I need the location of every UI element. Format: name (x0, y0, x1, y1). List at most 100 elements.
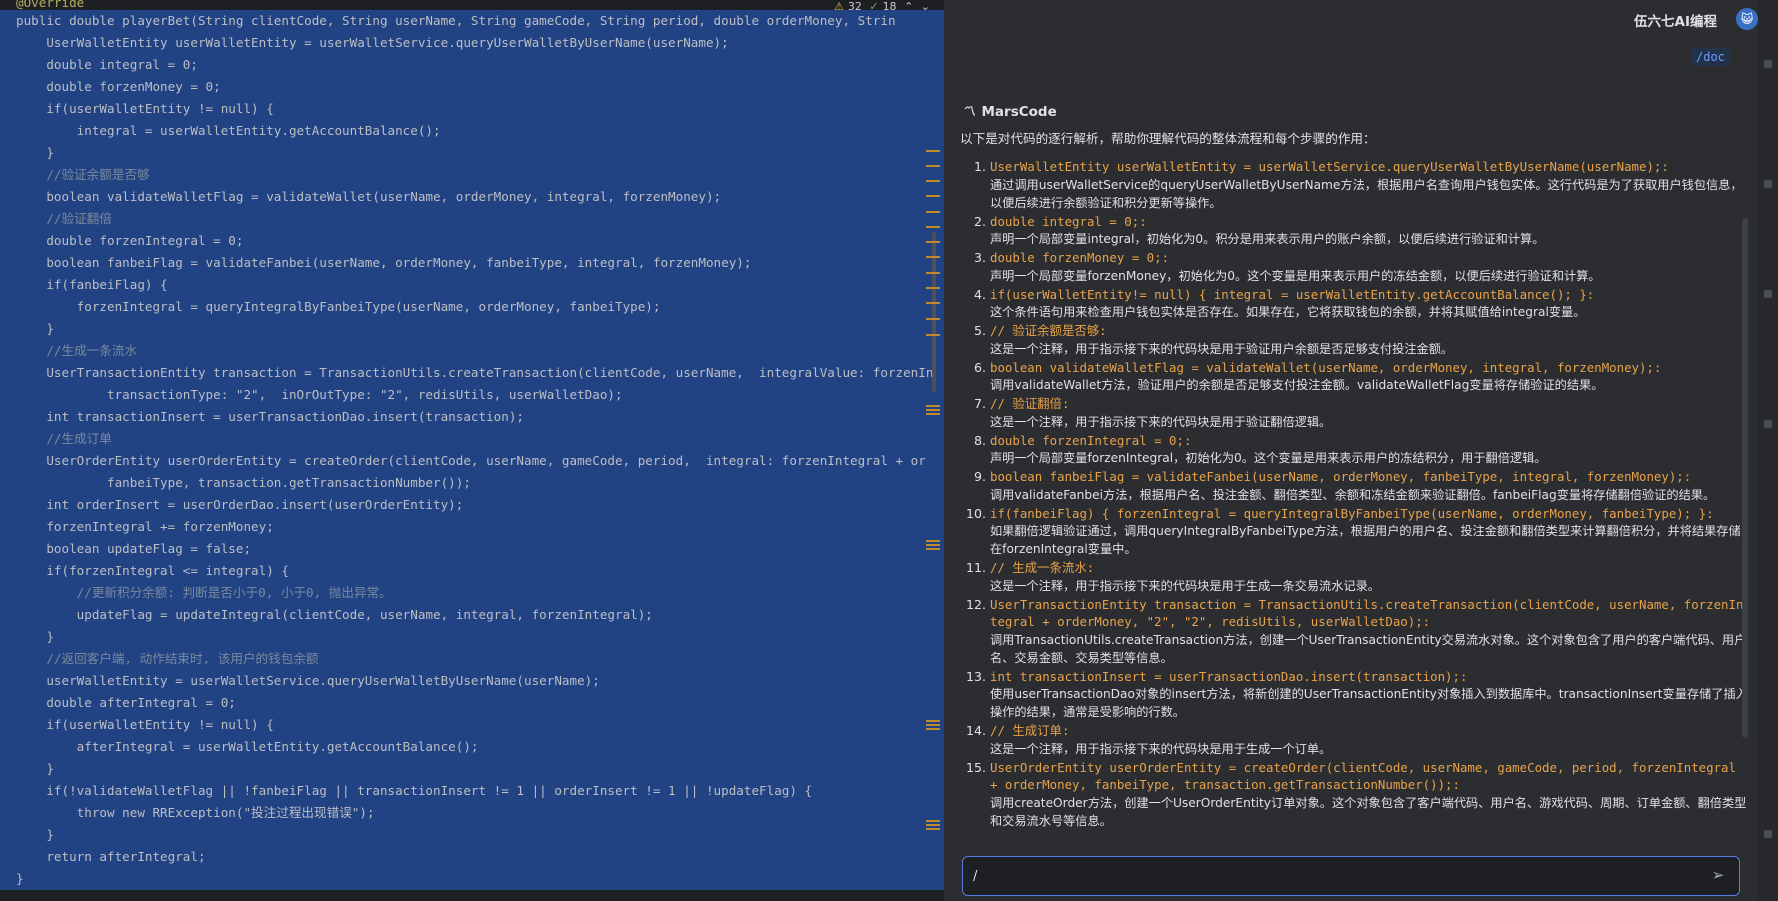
code-line[interactable]: UserTransactionEntity transaction = Tran… (0, 362, 944, 384)
code-line[interactable]: } (0, 626, 944, 648)
code-line[interactable]: UserOrderEntity userOrderEntity = create… (0, 450, 944, 472)
list-number: 8. (973, 432, 986, 448)
code-line[interactable]: public double playerBet(String clientCod… (0, 10, 944, 32)
ai-chat-panel: 伍六七AI编程 😺 /doc 〽 MarsCode 以下是对代码的逐行解析，帮助你… (944, 0, 1778, 901)
send-icon[interactable]: ➢ (1707, 866, 1729, 886)
code-line[interactable]: return afterIntegral; (0, 846, 944, 868)
code-line[interactable]: boolean updateFlag = false; (0, 538, 944, 560)
explanation-text: 这个条件语句用来检查用户钱包实体是否存在。如果存在，它将获取钱包的余额，并将其赋… (990, 305, 1586, 319)
code-line[interactable]: //生成一条流水 (0, 340, 944, 362)
explanation-text: 这是一个注释，用于指示接下来的代码块是用于生成一条交易流水记录。 (990, 578, 1380, 593)
code-line[interactable]: //验证翻倍 (0, 208, 944, 230)
response-intro: 以下是对代码的逐行解析，帮助你理解代码的整体流程和每个步骤的作用： (960, 131, 1376, 146)
code-line[interactable]: double afterIntegral = 0; (0, 692, 944, 714)
warning-stripe-mark[interactable] (926, 405, 940, 417)
tool-window-icon[interactable] (1764, 420, 1772, 428)
code-line[interactable]: userWalletEntity = userWalletService.que… (0, 670, 944, 692)
list-number: 6. (973, 359, 986, 375)
list-item: 3. double forzenMoney = 0;: 声明一个局部变量forzen… (958, 249, 1748, 285)
code-line[interactable]: forzenIntegral = queryIntegralByFanbeiTy… (0, 296, 944, 318)
panel-title: 伍六七AI编程 (1634, 14, 1717, 30)
code-line[interactable]: boolean validateWalletFlag = validateWal… (0, 186, 944, 208)
tool-window-icon[interactable] (1764, 830, 1772, 838)
code-snippet: // 验证余额是否够: (990, 323, 1107, 338)
code-line[interactable]: if(userWalletEntity != null) { (0, 98, 944, 120)
warning-stripe-mark[interactable] (926, 540, 940, 552)
warning-stripe-mark[interactable] (926, 211, 940, 213)
warning-stripe-mark[interactable] (926, 165, 940, 167)
code-line[interactable]: if(fanbeiFlag) { (0, 274, 944, 296)
response-list: 1. UserWalletEntity userWalletEntity = us… (958, 158, 1748, 838)
code-line[interactable]: } (0, 758, 944, 780)
warning-stripe-mark[interactable] (926, 318, 940, 320)
code-line[interactable]: //更新积分余额: 判断是否小于0, 小于0, 抛出异常。 (0, 582, 944, 604)
code-line[interactable]: } (0, 142, 944, 164)
code-line[interactable]: updateFlag = updateIntegral(clientCode, … (0, 604, 944, 626)
code-line[interactable]: throw new RRException("投注过程出现错误"); (0, 802, 944, 824)
code-line[interactable]: if(!validateWalletFlag || !fanbeiFlag ||… (0, 780, 944, 802)
code-line[interactable]: double forzenIntegral = 0; (0, 230, 944, 252)
warning-stripe-mark[interactable] (926, 226, 940, 228)
code-line[interactable]: //生成订单 (0, 428, 944, 450)
list-number: 10. (965, 505, 986, 521)
code-line[interactable]: int transactionInsert = userTransactionD… (0, 406, 944, 428)
code-line[interactable]: integral = userWalletEntity.getAccountBa… (0, 120, 944, 142)
warning-stripe-mark[interactable] (926, 180, 940, 182)
code-line[interactable]: double integral = 0; (0, 54, 944, 76)
list-number: 1. (973, 159, 986, 174)
code-line[interactable]: //返回客户端, 动作结束时, 该用户的钱包余额 (0, 648, 944, 670)
warning-stripe-mark[interactable] (926, 820, 940, 832)
chat-input-box[interactable]: ➢ (962, 856, 1740, 896)
assistant-name: 〽 MarsCode (962, 100, 1057, 120)
chat-scrollbar[interactable] (1742, 218, 1748, 738)
tool-window-icon[interactable] (1764, 290, 1772, 298)
warning-stripe-mark[interactable] (926, 334, 940, 336)
code-line[interactable]: } (0, 318, 944, 340)
code-line[interactable]: if(forzenIntegral <= integral) { (0, 560, 944, 582)
warning-stripe-mark[interactable] (926, 150, 940, 152)
code-line[interactable]: boolean fanbeiFlag = validateFanbei(user… (0, 252, 944, 274)
code-snippet: // 生成订单: (990, 723, 1070, 738)
doc-command-chip[interactable]: /doc (1691, 48, 1730, 66)
warning-stripe-mark[interactable] (926, 272, 940, 274)
code-line[interactable]: } (0, 824, 944, 846)
warning-stripe-mark[interactable] (926, 302, 940, 304)
warning-stripe-mark[interactable] (926, 195, 940, 197)
code-snippet: UserTransactionEntity transaction = Tran… (990, 596, 1744, 630)
code-line[interactable]: transactionType: "2", inOrOutType: "2", … (0, 384, 944, 406)
tool-window-icon[interactable] (1764, 60, 1772, 68)
code-snippet: // 验证翻倍: (990, 396, 1070, 411)
code-line[interactable]: afterIntegral = userWalletEntity.getAcco… (0, 736, 944, 758)
error-stripe (918, 0, 944, 901)
code-line[interactable]: //验证余额是否够 (0, 164, 944, 186)
warning-stripe-mark[interactable] (926, 287, 940, 289)
list-number: 2. (973, 213, 986, 229)
explanation-text: 调用validateFanbei方法，根据用户名、投注金额、翻倍类型、余额和冻结… (990, 487, 1716, 502)
code-line[interactable]: } (0, 868, 944, 890)
code-snippet: double integral = 0;: (990, 213, 1147, 229)
warning-stripe-mark[interactable] (926, 720, 940, 732)
code-snippet: double forzenMoney = 0;: (990, 250, 1170, 265)
explanation-text: 这是一个注释，用于指示接下来的代码块是用于验证用户余额是否足够支付投注金额。 (990, 341, 1454, 356)
chat-input[interactable] (973, 867, 1673, 885)
explanation-text: 通过调用userWalletService的queryUserWalletByU… (990, 177, 1743, 210)
code-line[interactable]: UserWalletEntity userWalletEntity = user… (0, 32, 944, 54)
tool-window-icon[interactable] (1764, 180, 1772, 188)
code-snippet: // 生成一条流水: (990, 560, 1095, 575)
code-line[interactable]: fanbeiType, transaction.getTransactionNu… (0, 472, 944, 494)
code-line[interactable]: forzenIntegral += forzenMoney; (0, 516, 944, 538)
list-item: 6. boolean validateWalletFlag = validateW… (958, 359, 1748, 395)
code-editor[interactable]: ⚠ 32 ✓ 18 ⌃ ⌄ @Override public double playe… (0, 0, 944, 901)
warning-stripe-mark[interactable] (926, 256, 940, 258)
code-line[interactable]: int orderInsert = userOrderDao.insert(us… (0, 494, 944, 516)
explanation-text: 这是一个注释，用于指示接下来的代码块是用于验证翻倍逻辑。 (990, 414, 1332, 429)
marscode-logo-icon: 〽 (962, 104, 976, 120)
avatar[interactable]: 😺 (1736, 8, 1758, 30)
list-number: 4. (973, 286, 986, 302)
list-item: 14. // 生成订单: 这是一个注释，用于指示接下来的代码块是用于生成一个订单。 (958, 722, 1748, 758)
warning-stripe-mark[interactable] (926, 241, 940, 243)
code-line[interactable]: double forzenMoney = 0; (0, 76, 944, 98)
explanation-text: 如果翻倍逻辑验证通过，调用queryIntegralByFanbeiType方法… (990, 524, 1741, 556)
code-line[interactable]: if(userWalletEntity != null) { (0, 714, 944, 736)
list-item: 7. // 验证翻倍: 这是一个注释，用于指示接下来的代码块是用于验证翻倍逻辑。 (958, 395, 1748, 431)
